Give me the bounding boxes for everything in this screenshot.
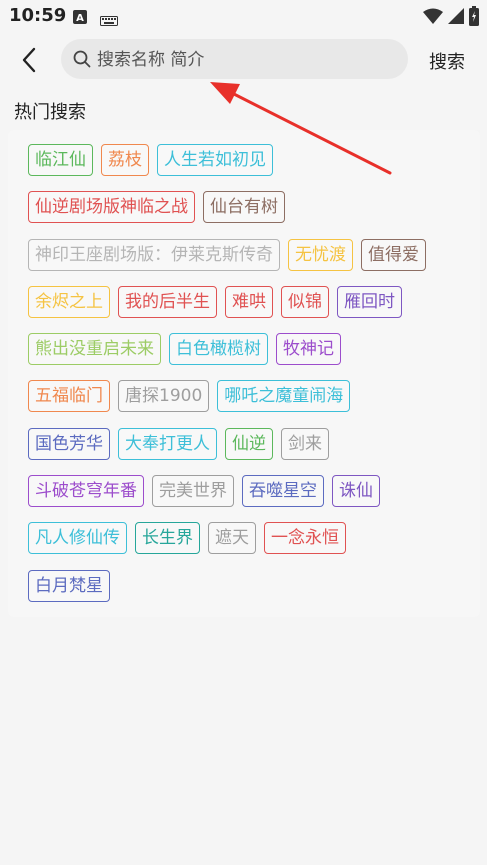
- hot-search-tag[interactable]: 白色橄榄树: [169, 333, 268, 366]
- wifi-icon: [423, 8, 443, 28]
- hot-search-tag[interactable]: 国色芳华: [28, 427, 110, 460]
- hot-search-tag[interactable]: 凡人修仙传: [28, 522, 127, 555]
- hot-search-tag[interactable]: 牧神记: [276, 333, 341, 366]
- hot-search-tag[interactable]: 仙台有树: [203, 191, 285, 224]
- hot-search-tag[interactable]: 一念永恒: [264, 522, 346, 555]
- svg-text:A: A: [76, 13, 84, 24]
- hot-search-tag[interactable]: 神印王座剧场版：伊莱克斯传奇: [28, 238, 280, 271]
- hot-search-tag[interactable]: 大奉打更人: [118, 427, 217, 460]
- hot-search-tag[interactable]: 斗破苍穹年番: [28, 475, 144, 508]
- back-button[interactable]: [12, 43, 46, 77]
- hot-search-tag[interactable]: 难哄: [225, 285, 273, 318]
- hot-search-tag[interactable]: 剑来: [281, 427, 329, 460]
- tag-row: 神印王座剧场版：伊莱克斯传奇 无忧渡 值得爱: [20, 238, 460, 286]
- status-bar: 10:59 A: [0, 0, 487, 34]
- hot-search-tag[interactable]: 仙逆: [225, 427, 273, 460]
- hot-search-tag[interactable]: 哪吒之魔童闹海: [217, 380, 351, 413]
- notification-a-icon: A: [73, 9, 87, 28]
- tag-row: 仙逆剧场版神临之战 仙台有树: [20, 191, 460, 238]
- tag-row: 五福临门 唐探1900 哪吒之魔童闹海: [20, 380, 460, 427]
- status-time: 10:59: [9, 5, 67, 26]
- tag-row: 白月梵星: [20, 569, 460, 617]
- hot-search-tag[interactable]: 吞噬星空: [242, 475, 324, 508]
- search-icon: [73, 50, 91, 72]
- hot-search-tag[interactable]: 熊出没重启未来: [28, 333, 161, 366]
- search-box[interactable]: [61, 39, 408, 81]
- hot-search-tag[interactable]: 无忧渡: [288, 238, 353, 271]
- tag-row: 国色芳华 大奉打更人 仙逆 剑来: [20, 427, 460, 475]
- tag-row: 熊出没重启未来 白色橄榄树 牧神记: [20, 333, 460, 380]
- hot-search-tag[interactable]: 临江仙: [28, 144, 93, 176]
- tag-row: 余烬之上 我的后半生 难哄 似锦 雁回时: [20, 285, 460, 333]
- hot-search-title: 热门搜索: [14, 102, 86, 123]
- hot-search-tag[interactable]: 值得爱: [361, 238, 426, 271]
- battery-icon: [469, 6, 479, 30]
- search-input[interactable]: [95, 39, 399, 81]
- hot-search-tag[interactable]: 唐探1900: [118, 380, 210, 413]
- tag-row: 临江仙 荔枝 人生若如初见: [20, 144, 460, 191]
- keyboard-icon: [100, 11, 118, 30]
- tag-row: 斗破苍穹年番 完美世界 吞噬星空 诛仙: [20, 475, 460, 522]
- search-button[interactable]: 搜索: [429, 48, 465, 74]
- hot-search-tag[interactable]: 仙逆剧场版神临之战: [28, 191, 195, 224]
- signal-icon: [448, 8, 464, 28]
- hot-search-tag[interactable]: 五福临门: [28, 380, 110, 413]
- back-arrow-icon: [22, 47, 36, 73]
- tag-row: 凡人修仙传 长生界 遮天 一念永恒: [20, 522, 460, 569]
- hot-search-tag[interactable]: 雁回时: [337, 285, 402, 318]
- hot-search-tag[interactable]: 白月梵星: [28, 569, 110, 602]
- hot-search-tag[interactable]: 余烬之上: [28, 285, 110, 318]
- hot-search-tag[interactable]: 完美世界: [152, 475, 234, 508]
- hot-search-tag[interactable]: 荔枝: [101, 144, 149, 176]
- hot-search-tags: 临江仙 荔枝 人生若如初见 仙逆剧场版神临之战 仙台有树 神印王座剧场版：伊莱克斯传奇 无忧…: [20, 144, 460, 617]
- hot-search-tag[interactable]: 人生若如初见: [157, 144, 273, 176]
- hot-search-tag[interactable]: 诛仙: [332, 475, 380, 508]
- hot-search-tag[interactable]: 遮天: [208, 522, 256, 555]
- hot-search-tag[interactable]: 我的后半生: [118, 285, 217, 318]
- hot-search-tag[interactable]: 似锦: [281, 285, 329, 318]
- hot-search-tag[interactable]: 长生界: [135, 522, 200, 555]
